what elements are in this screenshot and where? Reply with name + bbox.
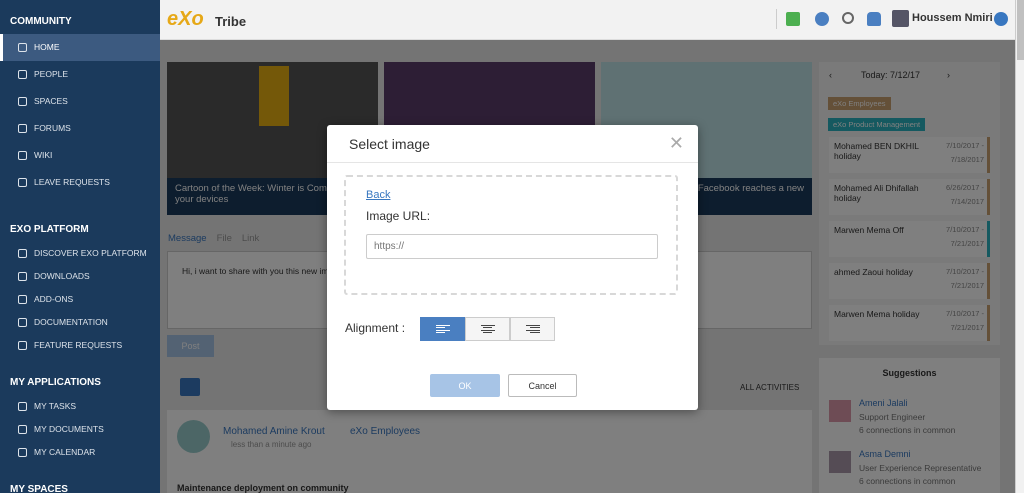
align-center-icon (480, 324, 495, 334)
back-link[interactable]: Back (366, 189, 390, 201)
sidebar-item-home[interactable]: HOME (0, 34, 160, 61)
sidebar-section-spaces: MY SPACES (10, 484, 68, 493)
align-left-button[interactable] (420, 317, 465, 341)
top-bar: eXo Tribe Houssem Nmiri (160, 0, 1024, 40)
sidebar-item-my-tasks[interactable]: MY TASKS (0, 395, 160, 418)
align-left-icon (435, 324, 450, 334)
people-icon (18, 70, 27, 79)
sidebar-item-spaces[interactable]: SPACES (0, 88, 160, 115)
avatar[interactable] (892, 10, 909, 27)
book-icon (18, 318, 27, 327)
download-icon (18, 272, 27, 281)
left-sidebar: COMMUNITY HOME PEOPLE SPACES FORUMS WIKI… (0, 0, 160, 493)
chat-icon[interactable] (786, 12, 800, 26)
space-name: Tribe (215, 14, 247, 29)
cancel-button[interactable]: Cancel (508, 374, 577, 397)
image-url-label: Image URL: (366, 209, 431, 223)
home-icon (18, 43, 27, 52)
sidebar-item-feature-requests[interactable]: FEATURE REQUESTS (0, 334, 160, 357)
sidebar-section-apps: MY APPLICATIONS (10, 377, 101, 388)
addons-icon (18, 295, 27, 304)
wiki-icon (18, 151, 27, 160)
image-url-panel: Back Image URL: (344, 175, 678, 295)
align-center-button[interactable] (465, 317, 510, 341)
sidebar-section-platform: EXO PLATFORM (10, 224, 89, 235)
sidebar-item-discover[interactable]: DISCOVER EXO PLATFORM (0, 242, 160, 265)
search-icon[interactable] (842, 12, 854, 24)
tasks-icon (18, 402, 27, 411)
user-name[interactable]: Houssem Nmiri (912, 12, 993, 24)
add-icon[interactable] (815, 12, 829, 26)
align-right-icon (525, 324, 540, 334)
help-icon[interactable] (994, 12, 1008, 26)
close-icon[interactable]: ✕ (669, 133, 684, 154)
image-url-input[interactable] (366, 234, 658, 259)
folder-icon (18, 425, 27, 434)
sidebar-item-addons[interactable]: ADD-ONS (0, 288, 160, 311)
page-scrollbar[interactable] (1015, 0, 1024, 493)
sidebar-item-documentation[interactable]: DOCUMENTATION (0, 311, 160, 334)
align-right-button[interactable] (510, 317, 555, 341)
select-image-dialog: Select image ✕ Back Image URL: Alignment… (327, 125, 698, 410)
eye-icon (18, 249, 27, 258)
ok-button[interactable]: OK (430, 374, 500, 397)
exo-logo[interactable]: eXo (167, 8, 204, 31)
sidebar-item-my-calendar[interactable]: MY CALENDAR (0, 441, 160, 464)
document-icon (18, 178, 27, 187)
forums-icon (18, 124, 27, 133)
bell-icon[interactable] (867, 12, 881, 26)
spaces-icon (18, 97, 27, 106)
sidebar-item-forums[interactable]: FORUMS (0, 115, 160, 142)
alignment-label: Alignment : (345, 321, 406, 335)
calendar-icon (18, 448, 27, 457)
sidebar-item-people[interactable]: PEOPLE (0, 61, 160, 88)
sidebar-item-leave-requests[interactable]: LEAVE REQUESTS (0, 169, 160, 196)
sidebar-section-community: COMMUNITY (10, 16, 72, 27)
lightbulb-icon (18, 341, 27, 350)
dialog-title: Select image (327, 125, 698, 163)
sidebar-item-my-documents[interactable]: MY DOCUMENTS (0, 418, 160, 441)
sidebar-item-wiki[interactable]: WIKI (0, 142, 160, 169)
sidebar-item-downloads[interactable]: DOWNLOADS (0, 265, 160, 288)
